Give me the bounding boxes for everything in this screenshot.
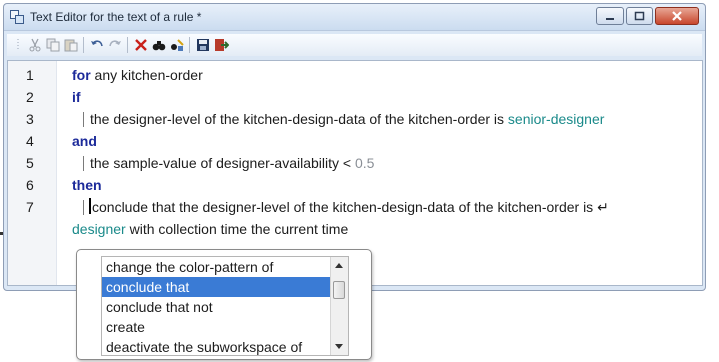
redo-icon[interactable]	[107, 37, 123, 53]
find-icon[interactable]	[151, 37, 167, 53]
paste-icon[interactable]	[63, 37, 79, 53]
code-text: conclude that the designer-level of the …	[92, 199, 594, 215]
keyword: then	[72, 177, 102, 193]
toolbar-separator	[83, 37, 84, 53]
autocomplete-option-selected[interactable]: conclude that	[102, 277, 330, 297]
minimize-icon	[606, 18, 614, 20]
code-text: with collection time the current time	[125, 221, 349, 237]
line-wrap-icon: ↵	[597, 199, 609, 215]
app-icon	[10, 10, 24, 24]
close-icon	[672, 11, 682, 21]
line-number: 7	[26, 199, 34, 215]
close-button[interactable]	[655, 7, 699, 25]
code-text: the designer-level of the kitchen-design…	[90, 111, 508, 127]
code-text: the sample-value of designer-availabilit…	[90, 155, 355, 171]
code-line: and	[72, 133, 97, 149]
autocomplete-list[interactable]: change the color-pattern of conclude tha…	[101, 256, 349, 356]
toolbar-separator	[189, 37, 190, 53]
scroll-down-icon[interactable]	[335, 344, 343, 349]
line-number: 2	[26, 89, 34, 105]
minimize-button[interactable]	[596, 7, 624, 25]
autocomplete-option[interactable]: change the color-pattern of	[102, 257, 330, 277]
line-number-gutter: 1 2 3 4 5 6 7	[8, 61, 57, 285]
number-value: 0.5	[354, 155, 375, 171]
code-line: the designer-level of the kitchen-design…	[90, 111, 604, 127]
autocomplete-option[interactable]: conclude that not	[102, 297, 330, 317]
line-number: 4	[26, 133, 34, 149]
indent-guide	[83, 112, 84, 127]
save-icon[interactable]	[195, 37, 211, 53]
toolbar-grip-icon	[17, 39, 19, 51]
line-number: 5	[26, 155, 34, 171]
autocomplete-popup: change the color-pattern of conclude tha…	[76, 249, 372, 360]
text-editor-window: Text Editor for the text of a rule * 1 2…	[3, 3, 706, 291]
toolbar-separator	[127, 37, 128, 53]
indent-guide	[83, 156, 84, 171]
line-number: 6	[26, 177, 34, 193]
symbol-value: senior-designer	[507, 111, 605, 127]
line-number: 1	[26, 67, 34, 83]
code-line: if	[72, 89, 81, 105]
replace-icon[interactable]	[169, 37, 185, 53]
delete-icon[interactable]	[133, 37, 149, 53]
undo-icon[interactable]	[89, 37, 105, 53]
code-line: conclude that the designer-level of the …	[92, 199, 609, 216]
copy-icon[interactable]	[45, 37, 61, 53]
maximize-button[interactable]	[626, 7, 653, 25]
keyword: and	[72, 133, 97, 149]
window-title: Text Editor for the text of a rule *	[30, 10, 202, 24]
keyword: for	[72, 67, 91, 83]
code-line: for any kitchen-order	[72, 67, 203, 83]
scroll-thumb[interactable]	[333, 281, 345, 299]
text-cursor	[89, 198, 91, 214]
keyword: if	[72, 89, 81, 105]
code-text: any kitchen-order	[90, 67, 203, 83]
symbol-value: designer	[72, 221, 126, 237]
exit-icon[interactable]	[213, 37, 229, 53]
cut-icon[interactable]	[27, 37, 43, 53]
autocomplete-option[interactable]: deactivate the subworkspace of	[102, 337, 330, 355]
code-line: then	[72, 177, 102, 193]
code-line: the sample-value of designer-availabilit…	[90, 155, 374, 171]
maximize-icon	[634, 11, 645, 21]
scroll-up-icon[interactable]	[335, 263, 343, 268]
indent-guide	[83, 200, 84, 215]
code-line-continuation: designer with collection time the curren…	[72, 221, 348, 237]
line-number: 3	[26, 111, 34, 127]
autocomplete-option[interactable]: create	[102, 317, 330, 337]
title-bar[interactable]: Text Editor for the text of a rule *	[4, 4, 705, 31]
autocomplete-scrollbar[interactable]	[330, 257, 348, 355]
toolbar	[7, 34, 702, 56]
